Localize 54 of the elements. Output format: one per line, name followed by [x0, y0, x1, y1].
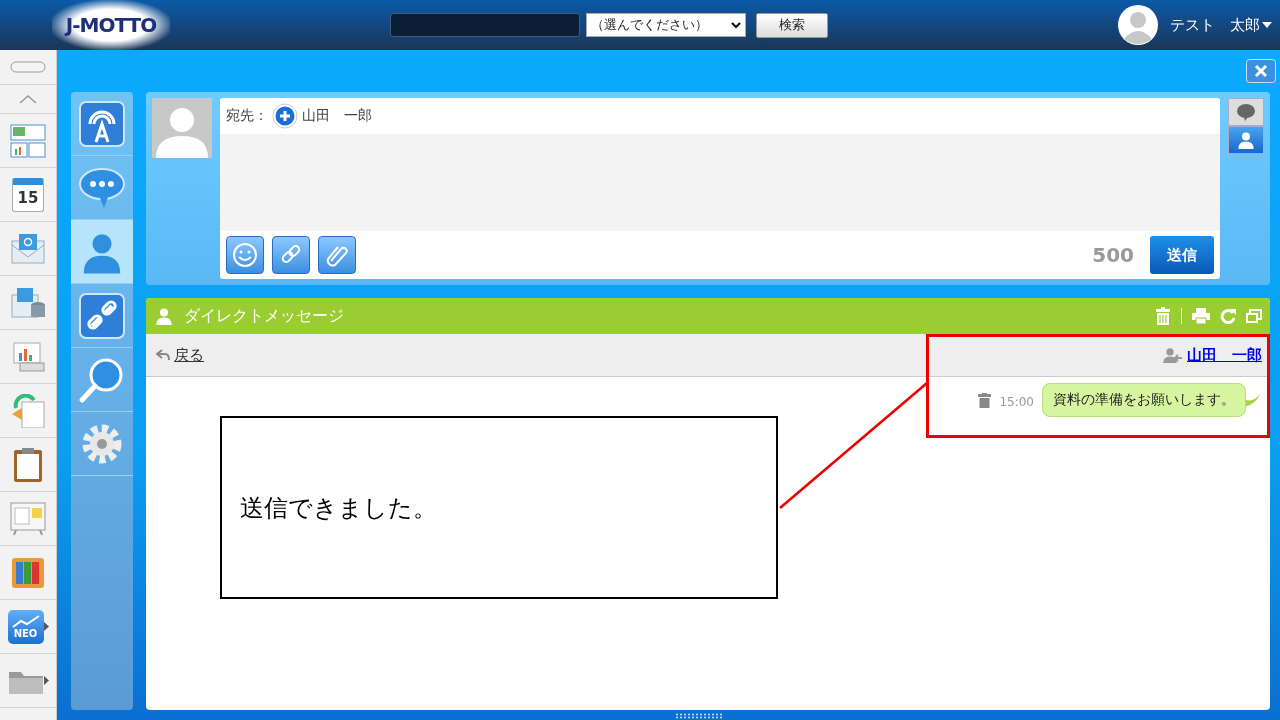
- paperclip-button[interactable]: [318, 236, 356, 274]
- presentation-icon[interactable]: [10, 340, 46, 373]
- search-field[interactable]: [390, 13, 580, 37]
- user-menu[interactable]: テスト 太郎: [1170, 15, 1272, 35]
- message-time: 15:00: [999, 395, 1034, 409]
- printer-icon[interactable]: [1192, 308, 1210, 324]
- collapse-toggle-icon[interactable]: [10, 61, 46, 73]
- speech-bubble-icon: [1236, 103, 1256, 121]
- person-mode-tab[interactable]: [1228, 126, 1264, 154]
- document-sync-icon[interactable]: [10, 393, 46, 428]
- emoji-button[interactable]: [226, 236, 264, 274]
- calendar-icon[interactable]: 15: [12, 177, 44, 212]
- window-icon[interactable]: [1246, 309, 1262, 323]
- send-button[interactable]: 送信: [1150, 236, 1214, 274]
- resize-handle-icon[interactable]: [675, 713, 723, 719]
- message-bubble: 資料の準備をお願いします。: [1042, 383, 1246, 417]
- binders-icon[interactable]: [11, 556, 45, 589]
- link-icon: [78, 291, 126, 340]
- chart-app-icon[interactable]: NEO: [7, 609, 44, 644]
- callout-box: 送信できました。: [220, 416, 778, 599]
- add-recipient-icon[interactable]: [272, 103, 298, 129]
- logo: J-MOTTO: [52, 0, 170, 50]
- mail-icon[interactable]: [10, 232, 46, 265]
- clipboard-icon[interactable]: [13, 446, 43, 483]
- category-select[interactable]: （選んでください）: [586, 13, 746, 37]
- avatar-placeholder: [152, 98, 212, 158]
- trash-icon[interactable]: [1155, 307, 1171, 325]
- close-icon[interactable]: [1246, 59, 1276, 83]
- trash-icon[interactable]: [978, 392, 992, 408]
- back-link[interactable]: 戻る: [156, 345, 204, 365]
- recipient-name: 山田 一郎: [302, 107, 372, 125]
- chevron-down-icon: [731, 21, 741, 29]
- person-icon: [154, 306, 174, 326]
- partner-link[interactable]: 山田 一郎: [1187, 345, 1262, 365]
- back-arrow-icon: [156, 349, 170, 361]
- refresh-icon[interactable]: [1220, 308, 1236, 324]
- person-icon: [1236, 130, 1256, 150]
- chat-mode-tab[interactable]: [1228, 98, 1264, 126]
- recipient-label: 宛先：: [226, 107, 268, 125]
- person-tab[interactable]: [71, 220, 133, 284]
- bubble-tail-icon: [1246, 394, 1260, 406]
- avatar-icon: [1118, 5, 1158, 45]
- user-arrow-icon: [1161, 346, 1183, 364]
- dashboard-icon[interactable]: [10, 123, 46, 158]
- caret-down-icon: [1262, 22, 1272, 28]
- mail-database-icon[interactable]: [10, 286, 46, 319]
- panel-title: ダイレクトメッセージ: [184, 305, 344, 327]
- link-button[interactable]: [272, 236, 310, 274]
- chevron-up-icon[interactable]: [18, 94, 38, 104]
- character-count: 500: [1092, 243, 1134, 267]
- broadcast-icon: [78, 99, 126, 148]
- bulletin-board-icon[interactable]: [10, 501, 46, 536]
- message-input[interactable]: [220, 134, 1220, 231]
- search-button[interactable]: 検索: [756, 12, 828, 38]
